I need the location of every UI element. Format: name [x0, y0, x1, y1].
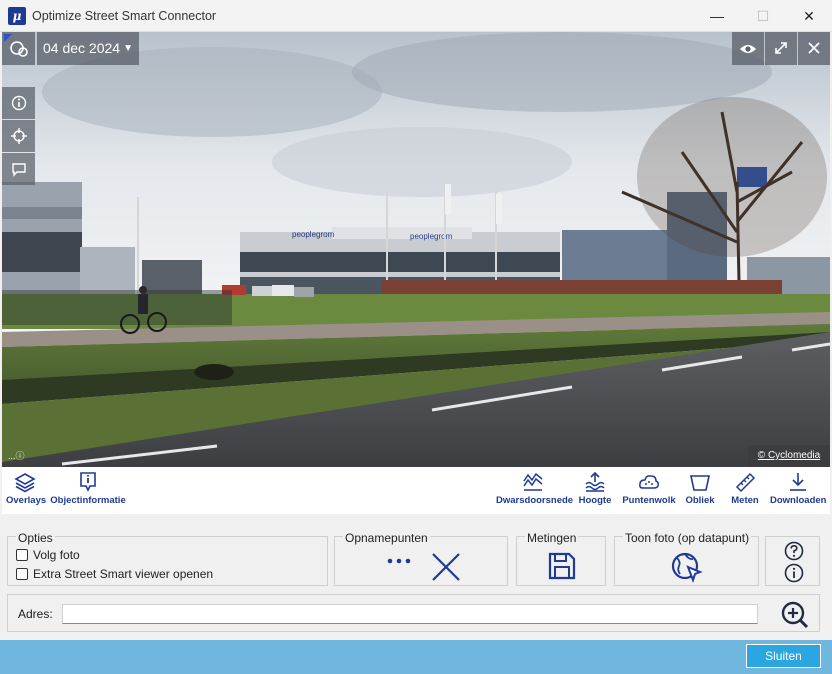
info-icon	[11, 95, 26, 111]
question-icon	[784, 541, 804, 561]
overlays-button[interactable]: Overlays	[6, 471, 47, 506]
objectinformatie-button[interactable]: Objectinformatie	[50, 471, 126, 506]
window-title: Optimize Street Smart Connector	[32, 9, 217, 23]
globe-cursor-icon	[671, 552, 703, 583]
extra-viewer-label[interactable]: Extra Street Smart viewer openen	[33, 567, 213, 581]
panorama-viewer[interactable]: peoplegrom peoplegrom 04 dec 2024 ▼ ...ⓘ…	[2, 32, 830, 467]
scale-indicator[interactable]: ...ⓘ	[8, 449, 25, 462]
save-measurements-button[interactable]	[547, 551, 577, 584]
clear-recording-points-button[interactable]	[430, 551, 462, 586]
more-dots-icon	[387, 558, 411, 564]
svg-text:peoplegrom: peoplegrom	[410, 232, 453, 241]
layers-icon	[14, 473, 36, 493]
eye-icon	[740, 45, 756, 53]
close-viewer-button[interactable]	[798, 32, 830, 65]
hoogte-button[interactable]: Hoogte	[577, 471, 613, 506]
help-button[interactable]	[784, 541, 804, 564]
save-icon	[548, 552, 576, 580]
toon-foto-panel: Toon foto (op datapunt)	[614, 531, 759, 586]
opnamepunten-title: Opnamepunten	[343, 531, 430, 545]
app-logo-icon: μ	[8, 7, 26, 25]
address-label: Adres:	[18, 607, 53, 621]
maximize-button[interactable]: ☐	[740, 0, 786, 32]
cross-lines-icon	[432, 553, 460, 581]
metingen-panel: Metingen	[516, 531, 606, 586]
options-panel: Opties Volg foto Extra Street Smart view…	[7, 531, 328, 586]
comment-button[interactable]	[2, 153, 35, 185]
dwarsdoorsnede-label: Dwarsdoorsnede	[496, 495, 574, 506]
cross-section-icon	[523, 472, 543, 491]
footer-bar	[0, 640, 832, 674]
minimize-button[interactable]: —	[694, 0, 740, 32]
recording-layers-button[interactable]	[2, 32, 35, 65]
download-icon	[790, 473, 806, 491]
recording-date-select[interactable]: 04 dec 2024 ▼	[37, 32, 139, 65]
cyclomedia-credit-link[interactable]: © Cyclomedia	[748, 445, 830, 467]
about-button[interactable]	[784, 563, 804, 586]
expand-icon	[775, 42, 787, 54]
ruler-icon	[735, 472, 756, 493]
address-input[interactable]	[62, 604, 758, 624]
puntenwolk-label: Puntenwolk	[622, 495, 676, 506]
close-icon	[808, 42, 820, 54]
height-icon	[585, 471, 605, 492]
obliek-button[interactable]: Obliek	[683, 471, 717, 506]
extra-viewer-checkbox[interactable]	[16, 568, 28, 580]
opnamepunten-panel: Opnamepunten	[334, 531, 508, 586]
meten-button[interactable]: Meten	[729, 471, 761, 506]
volg-foto-label[interactable]: Volg foto	[33, 548, 80, 562]
show-recording-points-button[interactable]	[385, 555, 413, 570]
info-button[interactable]	[2, 87, 35, 119]
meten-label: Meten	[731, 495, 759, 506]
address-search-button[interactable]	[780, 600, 810, 633]
point-cloud-icon	[639, 475, 659, 489]
sluiten-button[interactable]: Sluiten	[746, 644, 821, 668]
metingen-title: Metingen	[525, 531, 579, 545]
object-info-icon	[80, 472, 96, 492]
objectinformatie-label: Objectinformatie	[50, 495, 126, 506]
puntenwolk-button[interactable]: Puntenwolk	[621, 471, 677, 506]
comment-icon	[11, 163, 26, 177]
downloaden-label: Downloaden	[770, 495, 827, 506]
show-photo-at-datapoint-button[interactable]	[671, 551, 703, 586]
options-title: Opties	[16, 531, 55, 545]
locate-icon	[10, 128, 27, 144]
info-icon	[784, 563, 804, 583]
overlays-label: Overlays	[6, 495, 47, 506]
dwarsdoorsnede-button[interactable]: Dwarsdoorsnede	[496, 471, 574, 506]
expand-button[interactable]	[765, 32, 797, 65]
volg-foto-checkbox[interactable]	[16, 549, 28, 561]
viewer-toolbar: Overlays Objectinformatie Dwarsdoorsnede…	[2, 467, 830, 514]
recordings-icon	[4, 34, 28, 57]
chevron-down-icon: ▼	[123, 43, 133, 54]
svg-text:peoplegrom: peoplegrom	[292, 230, 335, 239]
panorama-image[interactable]: peoplegrom peoplegrom	[2, 32, 830, 467]
oblique-icon	[690, 475, 710, 491]
hoogte-label: Hoogte	[578, 495, 612, 506]
title-bar: μ Optimize Street Smart Connector — ☐ ✕	[0, 0, 832, 32]
visibility-button[interactable]	[732, 32, 764, 65]
locate-button[interactable]	[2, 120, 35, 152]
recording-date-value: 04 dec 2024	[43, 40, 121, 56]
toon-foto-title: Toon foto (op datapunt)	[623, 531, 752, 545]
close-window-button[interactable]: ✕	[786, 0, 832, 32]
obliek-label: Obliek	[685, 495, 715, 506]
date-picker[interactable]: 04 dec 2024 ▼	[2, 32, 139, 65]
zoom-in-icon	[781, 601, 809, 629]
downloaden-button[interactable]: Downloaden	[770, 471, 826, 506]
help-panel	[765, 536, 820, 586]
